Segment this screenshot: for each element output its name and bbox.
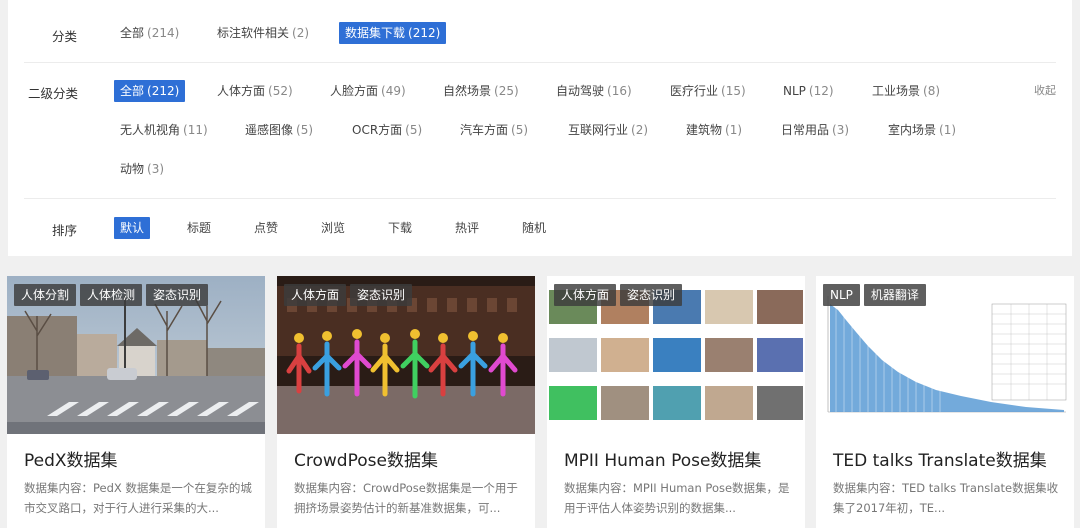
tag-list: 人体方面 姿态识别 [554,284,683,306]
subcategory-label: 二级分类 [28,86,79,101]
dataset-card[interactable]: 人体方面 姿态识别 CrowdPose数据集 数据集内容：CrowdPose数据… [277,276,535,528]
subcategory-option[interactable]: 人脸方面 (49) [324,80,412,102]
card-description: 数据集内容：MPII Human Pose数据集，是用于评估人体姿势识别的数据集… [564,481,790,515]
subcategory-option[interactable]: 人体方面 (52) [211,80,299,102]
sort-option-random[interactable]: 随机 [516,217,552,239]
subcategory-option[interactable]: 建筑物 (1) [680,119,748,141]
tag[interactable]: 人体方面 [554,284,617,306]
tag[interactable]: 人体方面 [284,284,347,306]
sort-option-views[interactable]: 浏览 [315,217,351,239]
subcategory-option[interactable]: 日常用品 (3) [775,119,855,141]
divider [24,198,1056,199]
subcategory-option[interactable]: NLP (12) [777,80,840,102]
subcategory-option[interactable]: 遥感图像 (5) [239,119,319,141]
tag-list: NLP 机器翻译 [823,284,926,306]
card-title[interactable]: MPII Human Pose数据集 [564,446,761,471]
dataset-card[interactable]: 人体分割 人体检测 姿态识别 PedX数据集 数据集内容：PedX 数据集是一个… [7,276,265,528]
dataset-card-grid: 人体分割 人体检测 姿态识别 PedX数据集 数据集内容：PedX 数据集是一个… [0,276,1080,528]
subcategory-option[interactable]: 汽车方面 (5) [454,119,534,141]
sort-option-default[interactable]: 默认 [114,217,151,239]
subcategory-option[interactable]: OCR方面 (5) [346,119,428,141]
sort-option-likes[interactable]: 点赞 [248,217,284,239]
sort-option-title[interactable]: 标题 [181,217,217,239]
tag[interactable]: 机器翻译 [863,284,926,306]
subcategory-option[interactable]: 自然场景 (25) [437,80,525,102]
tag[interactable]: 人体检测 [80,284,143,306]
card-description: 数据集内容：CrowdPose数据集是一个用于拥挤场景姿势估计的新基准数据集，可… [294,481,518,515]
category-label: 分类 [52,29,78,44]
subcategory-option[interactable]: 无人机视角 (11) [114,119,214,141]
card-description: 数据集内容：PedX 数据集是一个在复杂的城市交叉路口，对于行人进行采集的大..… [24,481,252,515]
subcategory-option[interactable]: 工业场景 (8) [866,80,946,102]
subcategory-option[interactable]: 互联网行业 (2) [562,119,654,141]
tag[interactable]: 人体分割 [14,284,77,306]
card-title[interactable]: PedX数据集 [24,446,118,471]
subcategory-option[interactable]: 动物 (3) [114,158,170,180]
card-description: 数据集内容：TED talks Translate数据集收集了2017年初，TE… [833,481,1059,515]
category-option-all[interactable]: 全部 (214) [114,22,185,44]
collapse-button[interactable]: 收起 [1034,82,1056,98]
subcategory-option[interactable]: 自动驾驶 (16) [550,80,638,102]
tag[interactable]: 姿态识别 [620,284,683,306]
tag[interactable]: 姿态识别 [350,284,413,306]
sort-option-downloads[interactable]: 下载 [382,217,418,239]
tag-list: 人体分割 人体检测 姿态识别 [14,284,209,306]
subcategory-option[interactable]: 全部 (212) [114,80,186,102]
card-title[interactable]: CrowdPose数据集 [294,446,438,471]
sort-option-hot-comments[interactable]: 热评 [449,217,485,239]
category-option-dataset-download[interactable]: 数据集下载 (212) [339,22,447,44]
dataset-card[interactable]: 人体方面 姿态识别 MPII Human Pose数据集 数据集内容：MPII … [547,276,805,528]
filter-panel: 分类 全部 (214) 标注软件相关 (2) 数据集下载 (212) 二级分类 收起 … [8,0,1072,256]
tag-list: 人体方面 姿态识别 [284,284,413,306]
category-option-annotation-software[interactable]: 标注软件相关 (2) [211,22,315,44]
card-title[interactable]: TED talks Translate数据集 [833,446,1047,471]
tag[interactable]: NLP [823,284,860,306]
tag[interactable]: 姿态识别 [146,284,209,306]
dataset-card[interactable]: NLP 机器翻译 TED talks Translate数据集 数据集内容：TE… [816,276,1074,528]
subcategory-option[interactable]: 室内场景 (1) [882,119,962,141]
subcategory-option[interactable]: 医疗行业 (15) [664,80,752,102]
divider [24,62,1056,63]
sort-label: 排序 [52,223,78,238]
